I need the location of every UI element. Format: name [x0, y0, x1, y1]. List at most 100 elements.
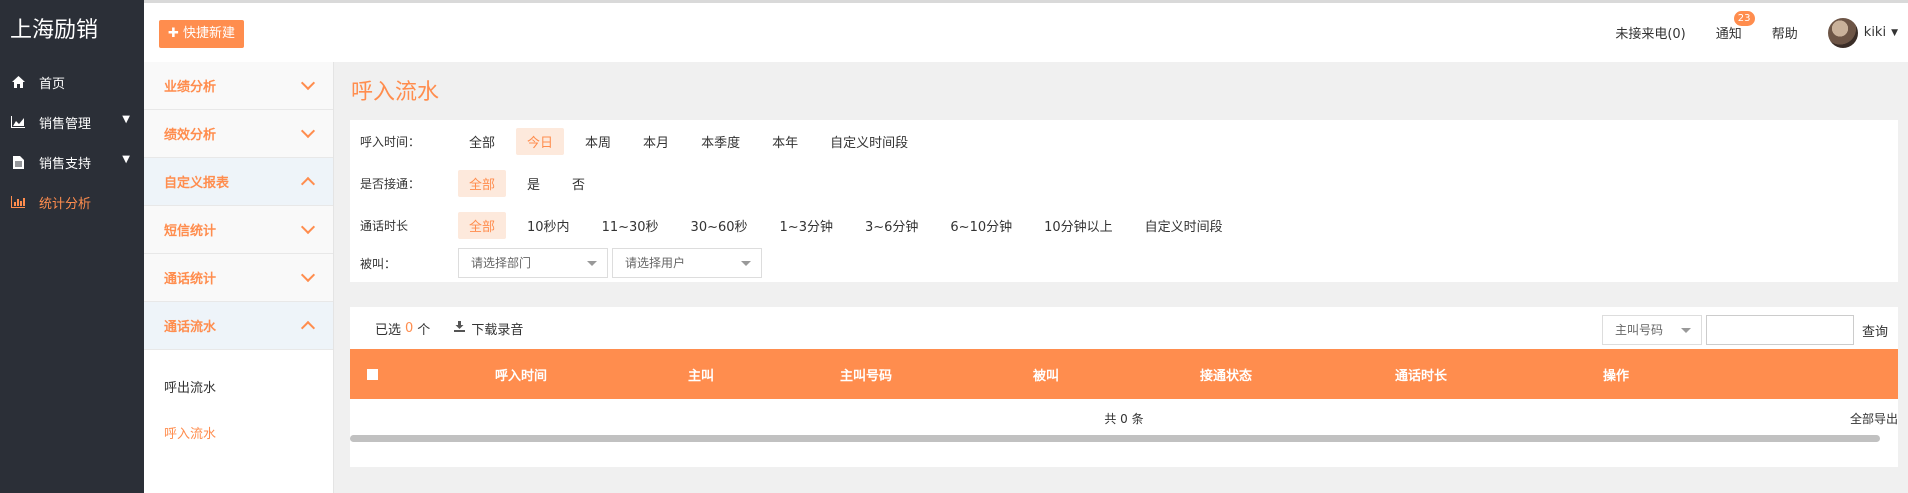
- filter-option[interactable]: 10分钟以上: [1033, 212, 1124, 239]
- avatar: [1827, 17, 1858, 48]
- column-header[interactable]: 被叫: [906, 365, 1186, 384]
- submenu-sms-statistics[interactable]: 短信统计: [144, 206, 333, 254]
- filter-option[interactable]: 自定义时间段: [1134, 212, 1234, 239]
- filter-option[interactable]: 全部: [458, 212, 507, 239]
- search-input[interactable]: [1705, 315, 1854, 345]
- notifications-label: 通知: [1715, 27, 1742, 42]
- nav-item-label: 统计分析: [39, 196, 92, 212]
- chevron-down-icon: [300, 123, 316, 139]
- records-panel: 已选 0 个 下载录音 主叫号码 查询 呼入时间 主叫 主叫号码 被叫 接通状态…: [350, 307, 1898, 467]
- department-select-placeholder: 请选择部门: [471, 256, 532, 270]
- chart-area-icon: [10, 114, 26, 130]
- filter-option[interactable]: 全部: [458, 128, 506, 155]
- chevron-down-icon: [300, 219, 316, 235]
- filter-option[interactable]: 是: [516, 170, 551, 197]
- selected-count: 0: [405, 321, 414, 336]
- filter-option[interactable]: 本年: [761, 128, 809, 155]
- filter-option[interactable]: 11~30秒: [591, 212, 670, 239]
- filter-option[interactable]: 自定义时间段: [819, 128, 919, 155]
- help-link[interactable]: 帮助: [1772, 23, 1798, 42]
- submenu-label: 绩效分析: [164, 128, 217, 143]
- chevron-up-icon: [300, 320, 316, 336]
- nav-item-home[interactable]: 首页: [0, 62, 144, 102]
- notifications-link[interactable]: 通知 23: [1715, 11, 1755, 42]
- submenu-kpi-analysis[interactable]: 绩效分析: [144, 110, 333, 158]
- filter-panel: 呼入时间： 全部 今日 本周 本月 本季度 本年 自定义时间段 是否接通： 全部…: [350, 120, 1898, 282]
- column-header[interactable]: 呼入时间: [466, 365, 576, 384]
- filter-row-connected: 是否接通： 全部 是 否: [360, 170, 606, 197]
- submenu-call-statistics[interactable]: 通话统计: [144, 254, 333, 302]
- filter-option[interactable]: 3~6分钟: [854, 212, 929, 239]
- query-button[interactable]: 查询: [1862, 321, 1888, 340]
- top-bar: ✚ 快捷新建 未接来电(0) 通知 23 帮助 kiki ▼: [144, 0, 1908, 62]
- filter-label: 通话时长: [360, 219, 409, 233]
- submenu-label: 自定义报表: [164, 176, 230, 191]
- user-menu[interactable]: kiki ▼: [1827, 17, 1898, 48]
- filter-label: 呼入时间：: [360, 135, 421, 149]
- table-header: 呼入时间 主叫 主叫号码 被叫 接通状态 通话时长 操作: [350, 349, 1898, 399]
- select-all-checkbox[interactable]: [367, 368, 378, 380]
- horizontal-scrollbar[interactable]: [350, 435, 1880, 442]
- filter-label: 是否接通：: [360, 177, 421, 191]
- submenu-call-records[interactable]: 通话流水: [144, 302, 333, 350]
- filter-option[interactable]: 本月: [632, 128, 680, 155]
- column-header[interactable]: 主叫: [576, 365, 826, 384]
- submenu-link-outbound-records[interactable]: 呼出流水: [144, 366, 333, 412]
- filter-option[interactable]: 本周: [574, 128, 622, 155]
- quick-create-button[interactable]: ✚ 快捷新建: [159, 20, 245, 48]
- filter-option[interactable]: 今日: [516, 128, 565, 155]
- submenu-label: 短信统计: [164, 224, 217, 239]
- filter-option[interactable]: 否: [561, 170, 596, 197]
- nav-item-sales-support[interactable]: 销售支持 ▼: [0, 142, 144, 182]
- selected-suffix: 个: [417, 323, 431, 338]
- filter-option[interactable]: 1~3分钟: [769, 212, 844, 239]
- submenu-label: 通话流水: [164, 320, 217, 335]
- department-select[interactable]: 请选择部门: [458, 248, 608, 278]
- empty-message: 共 0 条: [1104, 412, 1144, 426]
- download-label: 下载录音: [471, 323, 524, 338]
- missed-calls-link[interactable]: 未接来电(0): [1615, 23, 1685, 42]
- filter-option[interactable]: 全部: [458, 170, 507, 197]
- download-recordings-button[interactable]: 下载录音: [454, 319, 523, 338]
- notification-badge: 23: [1733, 11, 1755, 26]
- nav-item-label: 首页: [39, 76, 66, 92]
- caret-down-icon: [1680, 328, 1691, 333]
- filter-option[interactable]: 10秒内: [516, 212, 581, 239]
- column-header[interactable]: 操作: [1576, 365, 1656, 384]
- export-all-button[interactable]: 全部导出: [1850, 399, 1898, 439]
- filter-option[interactable]: 30~60秒: [680, 212, 759, 239]
- column-header[interactable]: 通话时长: [1266, 365, 1576, 384]
- caret-down-icon: [587, 261, 597, 266]
- records-toolbar: 已选 0 个 下载录音: [375, 319, 523, 338]
- submenu-custom-report[interactable]: 自定义报表: [144, 158, 333, 206]
- selected-prefix: 已选: [375, 323, 402, 338]
- document-icon: [10, 154, 26, 170]
- left-navigation: 上海励销 首页 销售管理 ▼ 销售支持 ▼ 统计分析: [0, 0, 144, 493]
- column-header[interactable]: 主叫号码: [826, 365, 906, 384]
- caret-down-icon: ▼: [1891, 27, 1898, 38]
- search-field-value: 主叫号码: [1614, 323, 1663, 337]
- search-field-select[interactable]: 主叫号码: [1601, 315, 1702, 345]
- submenu-label: 通话统计: [164, 272, 217, 287]
- nav-item-sales-management[interactable]: 销售管理 ▼: [0, 102, 144, 142]
- top-right-actions: 未接来电(0) 通知 23 帮助 kiki ▼: [1615, 3, 1908, 62]
- filter-option[interactable]: 本季度: [690, 128, 751, 155]
- home-icon: [10, 74, 26, 90]
- page-title: 呼入流水: [351, 80, 440, 105]
- download-icon: [454, 321, 466, 336]
- chevron-down-icon: ▼: [122, 114, 130, 125]
- chevron-down-icon: [300, 75, 316, 91]
- submenu-link-inbound-records[interactable]: 呼入流水: [144, 412, 333, 458]
- chevron-down-icon: [300, 267, 316, 283]
- username: kiki: [1863, 25, 1887, 40]
- filter-row-time: 呼入时间： 全部 今日 本周 本月 本季度 本年 自定义时间段: [360, 128, 929, 155]
- caret-down-icon: [741, 261, 751, 266]
- column-header[interactable]: 接通状态: [1186, 365, 1266, 384]
- nav-item-statistics[interactable]: 统计分析: [0, 182, 144, 222]
- filter-option[interactable]: 6~10分钟: [939, 212, 1023, 239]
- filter-row-callee: 被叫： 请选择部门 请选择用户: [360, 248, 766, 278]
- submenu-label: 业绩分析: [164, 80, 217, 95]
- submenu-performance-analysis[interactable]: 业绩分析: [144, 62, 333, 110]
- user-select[interactable]: 请选择用户: [612, 248, 762, 278]
